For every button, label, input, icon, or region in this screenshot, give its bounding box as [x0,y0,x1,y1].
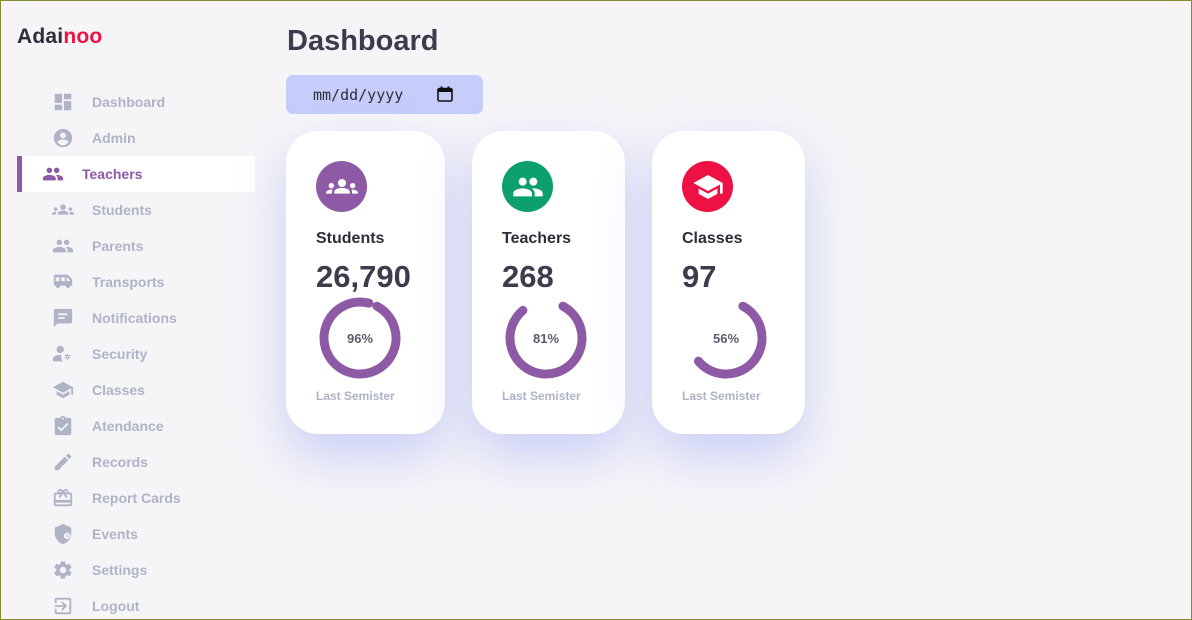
card-subtitle: Last Semister [682,389,761,403]
sidebar: Dashboard Admin Teachers Students Parents Tra… [17,84,255,620]
sidebar-item-label: Atendance [92,418,164,434]
shield-icon [51,522,75,546]
sidebar-item-label: Report Cards [92,490,181,506]
sidebar-item-classes[interactable]: Classes [17,372,255,408]
manage-accounts-icon [51,342,75,366]
sidebar-item-label: Dashboard [92,94,166,110]
bus-icon [51,270,75,294]
card-value: 268 [502,259,554,294]
progress-percent: 96% [346,330,374,346]
sidebar-item-label: Teachers [82,166,143,182]
logo-text-accent: noo [63,25,103,48]
sidebar-item-admin[interactable]: Admin [17,120,255,156]
school-icon [682,161,733,212]
card-label: Students [316,230,385,247]
card-giftcard-icon [51,486,75,510]
sidebar-item-label: Admin [92,130,136,146]
school-icon [51,378,75,402]
sidebar-item-dashboard[interactable]: Dashboard [17,84,255,120]
stat-card-classes[interactable]: Classes 97 56% Last Semister [652,131,805,434]
sidebar-item-parents[interactable]: Parents [17,228,255,264]
card-subtitle: Last Semister [502,389,581,403]
dashboard-icon [51,90,75,114]
sidebar-item-report-cards[interactable]: Report Cards [17,480,255,516]
stat-card-students[interactable]: Students 26,790 96% Last Semister [286,131,445,434]
card-value: 97 [682,259,717,294]
card-value: 26,790 [316,259,411,294]
sidebar-item-settings[interactable]: Settings [17,552,255,588]
feedback-icon [51,306,75,330]
sidebar-item-events[interactable]: Events [17,516,255,552]
app-logo: Adainoo [17,25,102,49]
people-icon [41,162,65,186]
progress-percent: 81% [532,330,560,346]
sidebar-item-label: Security [92,346,148,362]
pencil-icon [51,450,75,474]
groups-icon [316,161,367,212]
logo-text-main: Adai [17,25,64,48]
sidebar-item-logout[interactable]: Logout [17,588,255,620]
sidebar-item-label: Classes [92,382,145,398]
logout-icon [51,594,75,618]
sidebar-item-security[interactable]: Security [17,336,255,372]
calendar-icon[interactable] [437,86,453,102]
progress-percent: 56% [712,330,740,346]
sidebar-item-label: Parents [92,238,144,254]
sidebar-item-label: Students [92,202,152,218]
people-icon [502,161,553,212]
sidebar-item-transports[interactable]: Transports [17,264,255,300]
stat-card-teachers[interactable]: Teachers 268 81% Last Semister [472,131,625,434]
groups-icon [51,198,75,222]
card-subtitle: Last Semister [316,389,395,403]
sidebar-item-records[interactable]: Records [17,444,255,480]
sidebar-item-notifications[interactable]: Notifications [17,300,255,336]
sidebar-item-label: Records [92,454,149,470]
sidebar-item-atendance[interactable]: Atendance [17,408,255,444]
clipboard-check-icon [51,414,75,438]
sidebar-item-label: Events [92,526,138,542]
account-circle-icon [51,126,75,150]
date-input-placeholder: mm/dd/yyyy [313,85,404,104]
sidebar-item-teachers[interactable]: Teachers [17,156,255,192]
sidebar-item-label: Logout [92,598,140,614]
sidebar-item-label: Notifications [92,310,177,326]
people-icon [51,234,75,258]
card-label: Teachers [502,230,572,247]
sidebar-item-label: Transports [92,274,165,290]
date-input[interactable]: mm/dd/yyyy [286,75,483,114]
sidebar-item-label: Settings [92,562,148,578]
gear-icon [51,558,75,582]
sidebar-item-students[interactable]: Students [17,192,255,228]
page-title: Dashboard [287,25,439,57]
card-label: Classes [682,230,743,247]
